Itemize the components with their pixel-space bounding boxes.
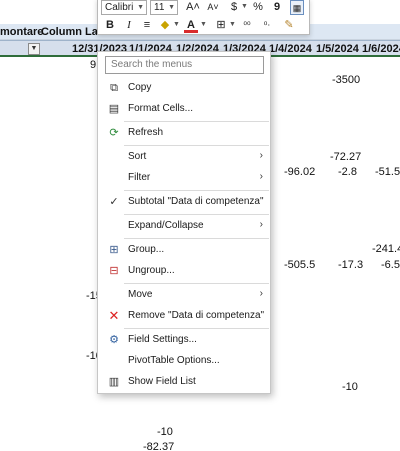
- date-header-5[interactable]: 1/4/2024: [269, 41, 312, 57]
- date-header-7[interactable]: 1/6/2024: [362, 41, 400, 57]
- chevron-down-icon[interactable]: ▼: [229, 21, 236, 28]
- menu-item-format-cells[interactable]: ▤ Format Cells...: [98, 98, 270, 120]
- format-cells-icon: ▤: [108, 103, 120, 115]
- menu-item-label: Remove "Data di competenza": [128, 310, 265, 321]
- currency-format-icon[interactable]: $: [227, 0, 241, 15]
- menu-item-expand-collapse[interactable]: Expand/Collapse ›: [98, 215, 270, 237]
- refresh-icon: ⟳: [109, 127, 119, 139]
- date-header-6[interactable]: 1/5/2024: [316, 41, 359, 57]
- menu-item-label: Sort: [128, 151, 147, 162]
- increase-font-icon[interactable]: A˄: [186, 0, 200, 15]
- checkmark-icon: ✓: [109, 196, 119, 208]
- percent-format-icon[interactable]: %: [251, 0, 265, 15]
- cell-value[interactable]: -72.27: [330, 150, 361, 164]
- menu-item-copy[interactable]: ⧉ Copy: [98, 77, 270, 99]
- menu-item-pivottable-options[interactable]: PivotTable Options...: [98, 350, 270, 372]
- font-size-select[interactable]: 11 ▼: [150, 0, 178, 15]
- cell-value[interactable]: -51.5: [375, 165, 400, 179]
- cell-value[interactable]: -10: [342, 380, 358, 394]
- decrease-font-icon[interactable]: A˅: [206, 0, 220, 15]
- copy-icon: ⧉: [110, 82, 118, 94]
- ungroup-icon: ⊟: [109, 265, 119, 277]
- menu-item-label: Format Cells...: [128, 103, 194, 114]
- menu-item-group[interactable]: ⊞ Group...: [98, 239, 270, 261]
- cell-value[interactable]: -3500: [332, 73, 360, 87]
- chevron-right-icon: ›: [259, 288, 263, 299]
- borders-icon[interactable]: ⊞: [214, 18, 228, 33]
- menu-search-input[interactable]: Search the menus: [105, 56, 264, 74]
- menu-item-label: Group...: [128, 244, 165, 255]
- chevron-down-icon[interactable]: ▼: [200, 21, 207, 28]
- font-name-select[interactable]: Calibri ▼: [101, 0, 147, 15]
- chevron-down-icon: ▼: [137, 4, 144, 11]
- menu-item-move[interactable]: Move ›: [98, 284, 270, 306]
- chevron-down-icon: ▼: [168, 4, 175, 11]
- table-style-icon[interactable]: ▦: [290, 0, 304, 15]
- font-size-value: 11: [154, 2, 165, 13]
- font-color-icon[interactable]: A: [184, 18, 198, 33]
- cell-value[interactable]: -505.5: [284, 258, 315, 272]
- menu-item-label: Field Settings...: [128, 334, 197, 345]
- increase-decimal-icon[interactable]: ⁰⁰: [240, 18, 254, 33]
- chevron-right-icon: ›: [259, 150, 263, 161]
- menu-item-ungroup[interactable]: ⊟ Ungroup...: [98, 260, 270, 282]
- decrease-decimal-icon[interactable]: ⁰⋅: [260, 18, 274, 33]
- menu-item-label: PivotTable Options...: [128, 355, 220, 366]
- chevron-down-icon[interactable]: ▼: [241, 3, 248, 10]
- cell-value[interactable]: -82.37: [143, 440, 174, 451]
- menu-item-label: Refresh: [128, 127, 164, 138]
- menu-item-label: Filter: [128, 172, 151, 183]
- italic-button[interactable]: I: [122, 18, 136, 33]
- menu-item-refresh[interactable]: ⟳ Refresh: [98, 122, 270, 144]
- menu-item-sort[interactable]: Sort ›: [98, 146, 270, 168]
- cell-value[interactable]: -241.4: [372, 242, 400, 256]
- menu-item-subtotal[interactable]: ✓ Subtotal "Data di competenza": [98, 191, 270, 213]
- remove-x-icon: ✕: [108, 308, 120, 323]
- field-settings-icon: ⚙: [109, 334, 119, 346]
- chevron-down-icon[interactable]: ▼: [173, 21, 180, 28]
- menu-item-label: Expand/Collapse: [128, 220, 204, 231]
- menu-item-label: Copy: [128, 82, 152, 93]
- chevron-right-icon: ›: [259, 171, 263, 182]
- font-name-value: Calibri: [105, 2, 134, 13]
- group-icon: ⊞: [109, 244, 119, 256]
- chevron-right-icon: ›: [259, 219, 263, 230]
- menu-item-label: Move: [128, 289, 153, 300]
- field-list-icon: ▥: [108, 376, 120, 388]
- mini-format-toolbar: Calibri ▼ 11 ▼ A˄ A˅ $ ▼ % 9 ▦ B I ≡ ◆ ▼…: [97, 0, 310, 35]
- menu-item-show-field-list[interactable]: ▥ Show Field List: [98, 371, 270, 393]
- menu-item-label: Show Field List: [128, 376, 196, 387]
- menu-item-filter[interactable]: Filter ›: [98, 167, 270, 189]
- align-center-icon[interactable]: ≡: [140, 18, 154, 33]
- menu-item-remove[interactable]: ✕ Remove "Data di competenza": [98, 305, 270, 327]
- format-painter-icon[interactable]: ✎: [282, 18, 296, 33]
- comma-style-icon[interactable]: 9: [270, 0, 284, 15]
- menu-item-label: Ungroup...: [128, 265, 175, 276]
- cell-value[interactable]: 9: [90, 58, 96, 72]
- cell-value[interactable]: -17.3: [338, 258, 363, 272]
- row-label-header[interactable]: montare: [0, 24, 43, 40]
- menu-item-field-settings[interactable]: ⚙ Field Settings...: [98, 329, 270, 351]
- cell-value[interactable]: -6.5: [381, 258, 400, 272]
- filter-dropdown-button[interactable]: ▼: [28, 43, 40, 55]
- bold-button[interactable]: B: [103, 18, 117, 33]
- menu-item-label: Subtotal "Data di competenza": [128, 196, 264, 207]
- fill-color-icon[interactable]: ◆: [158, 18, 172, 33]
- cell-value[interactable]: -96.02: [284, 165, 315, 179]
- pivot-context-menu: Search the menus ⧉ Copy ▤ Format Cells..…: [97, 51, 271, 394]
- cell-value[interactable]: -2.8: [338, 165, 357, 179]
- cell-value[interactable]: -10: [157, 425, 173, 439]
